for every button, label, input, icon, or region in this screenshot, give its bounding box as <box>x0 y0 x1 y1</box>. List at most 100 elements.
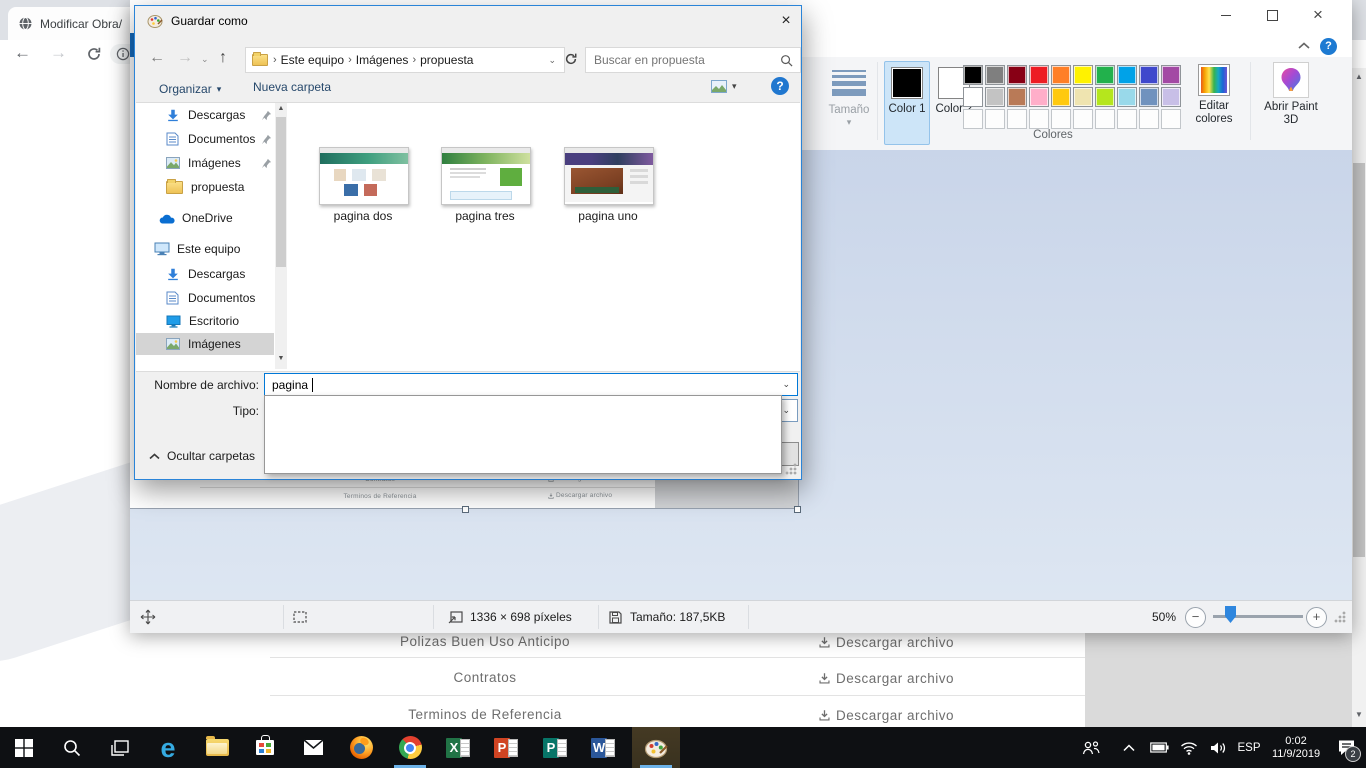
address-breadcrumb-bar[interactable]: › Este equipo › Imágenes › propuesta ⌄ <box>245 47 565 73</box>
taskbar-excel[interactable]: X <box>434 727 482 768</box>
palette-swatch[interactable] <box>1117 87 1137 107</box>
edit-colors-button[interactable]: Editar colores <box>1186 61 1242 143</box>
minimize-button[interactable] <box>1203 0 1249 30</box>
taskbar-search-button[interactable] <box>48 727 96 768</box>
palette-swatch-empty[interactable] <box>1161 109 1181 129</box>
palette-swatch[interactable] <box>1051 65 1071 85</box>
file-thumbnail-pagina-dos[interactable] <box>319 147 409 205</box>
palette-swatch-empty[interactable] <box>1051 109 1071 129</box>
sidebar-item-documentos[interactable]: Documentos <box>136 128 274 150</box>
scrollbar-thumb[interactable] <box>1353 163 1365 557</box>
file-thumbnail-pagina-tres[interactable] <box>441 147 531 205</box>
dialog-close-button[interactable]: × <box>773 8 799 34</box>
refresh-icon[interactable] <box>564 52 578 66</box>
taskbar-paint[interactable] <box>632 727 680 768</box>
browser-scrollbar[interactable]: ▲ ▼ <box>1352 68 1366 727</box>
canvas-resize-handle-bottom[interactable] <box>462 506 469 513</box>
taskbar-powerpoint[interactable]: P <box>482 727 530 768</box>
open-paint3d-button[interactable]: Abrir Paint 3D <box>1258 61 1324 143</box>
scroll-up-icon[interactable]: ▲ <box>275 105 287 112</box>
taskbar-firefox[interactable] <box>337 727 385 768</box>
palette-swatch-empty[interactable] <box>1007 109 1027 129</box>
palette-swatch[interactable] <box>1029 87 1049 107</box>
palette-swatch-empty[interactable] <box>1095 109 1115 129</box>
sidebar-item-pc-imagenes[interactable]: Imágenes <box>136 333 274 355</box>
palette-swatch[interactable] <box>1139 65 1159 85</box>
help-icon[interactable]: ? <box>1320 38 1337 55</box>
nav-back-icon[interactable]: ← <box>149 49 165 67</box>
dialog-title-bar[interactable]: Guardar como × <box>135 6 801 36</box>
sidebar-item-descargas[interactable]: Descargas <box>136 104 274 126</box>
new-folder-button[interactable]: Nueva carpeta <box>253 80 331 94</box>
browser-back-button[interactable]: ← <box>14 43 31 63</box>
collapse-ribbon-icon[interactable] <box>1298 42 1310 50</box>
info-icon[interactable] <box>116 47 130 61</box>
clock[interactable]: 0:02 11/9/2019 <box>1264 727 1328 768</box>
network-indicator[interactable] <box>1173 727 1205 768</box>
zoom-out-button[interactable]: − <box>1185 607 1206 628</box>
people-button[interactable] <box>1072 727 1110 768</box>
taskbar-file-explorer[interactable] <box>193 727 241 768</box>
search-icon[interactable] <box>780 54 793 67</box>
taskbar-publisher[interactable]: P <box>531 727 579 768</box>
filename-dropdown-icon[interactable]: ⌄ <box>782 379 790 390</box>
palette-swatch-empty[interactable] <box>1139 109 1159 129</box>
palette-swatch-empty[interactable] <box>1117 109 1137 129</box>
sidebar-item-propuesta[interactable]: propuesta <box>136 176 274 198</box>
taskbar-mail[interactable] <box>289 727 337 768</box>
file-thumbnail-pagina-uno[interactable] <box>564 147 654 205</box>
maximize-button[interactable] <box>1249 0 1295 30</box>
palette-swatch[interactable] <box>1051 87 1071 107</box>
taskbar-store[interactable] <box>241 727 289 768</box>
nav-history-chevron-icon[interactable]: ⌄ <box>201 54 209 65</box>
palette-swatch-empty[interactable] <box>985 109 1005 129</box>
scroll-down-icon[interactable]: ▼ <box>275 355 287 362</box>
breadcrumb-propuesta[interactable]: propuesta <box>416 53 477 67</box>
palette-swatch-empty[interactable] <box>1073 109 1093 129</box>
action-center-button[interactable]: 2 <box>1326 727 1366 768</box>
palette-swatch[interactable] <box>1007 65 1027 85</box>
nav-forward-icon[interactable]: → <box>177 49 193 67</box>
palette-swatch[interactable] <box>1029 65 1049 85</box>
palette-swatch[interactable] <box>1095 65 1115 85</box>
palette-swatch[interactable] <box>1139 87 1159 107</box>
palette-swatch-empty[interactable] <box>963 109 983 129</box>
doc-row-download-link[interactable]: Descargar archivo <box>818 668 954 688</box>
palette-swatch[interactable] <box>963 65 983 85</box>
taskbar-chrome[interactable] <box>386 727 434 768</box>
palette-swatch[interactable] <box>1073 87 1093 107</box>
filename-input[interactable]: pagina ⌄ <box>264 373 798 396</box>
window-resize-grip[interactable] <box>1334 611 1346 623</box>
color1-button[interactable]: Color 1 <box>884 61 930 145</box>
reload-icon[interactable] <box>86 46 102 62</box>
address-dropdown-icon[interactable]: ⌄ <box>548 55 556 66</box>
tray-overflow-button[interactable] <box>1113 727 1145 768</box>
sidebar-item-pc-documentos[interactable]: Documentos <box>136 287 274 309</box>
hide-folders-button[interactable]: Ocultar carpetas <box>149 449 255 463</box>
size-button[interactable]: Tamaño ▾ <box>826 63 872 141</box>
filename-autocomplete-dropdown[interactable] <box>264 395 782 474</box>
palette-swatch[interactable] <box>985 87 1005 107</box>
task-view-button[interactable] <box>96 727 144 768</box>
scroll-down-icon[interactable]: ▼ <box>1352 710 1366 719</box>
doc-row-download-link[interactable]: Descargar archivo <box>818 705 954 725</box>
search-box[interactable]: Buscar en propuesta <box>585 47 801 73</box>
breadcrumb-images[interactable]: Imágenes <box>352 53 413 67</box>
sidebar-item-imagenes[interactable]: Imágenes <box>136 152 274 174</box>
zoom-slider-thumb[interactable] <box>1225 606 1236 623</box>
palette-swatch[interactable] <box>1117 65 1137 85</box>
organize-button[interactable]: Organizar ▾ <box>159 80 221 98</box>
start-button[interactable] <box>0 727 48 768</box>
palette-swatch[interactable] <box>1161 65 1181 85</box>
sidebar-item-escritorio[interactable]: Escritorio <box>136 310 274 332</box>
scrollbar-thumb[interactable] <box>276 117 286 267</box>
taskbar-edge[interactable]: e <box>144 727 192 768</box>
sidebar-scrollbar[interactable]: ▲ ▼ <box>275 103 287 369</box>
palette-swatch[interactable] <box>985 65 1005 85</box>
sidebar-item-este-equipo[interactable]: Este equipo <box>136 238 274 260</box>
close-button[interactable]: × <box>1295 0 1341 30</box>
language-indicator[interactable]: ESP <box>1231 727 1267 768</box>
dialog-resize-grip[interactable] <box>785 463 797 475</box>
palette-swatch[interactable] <box>1007 87 1027 107</box>
canvas-resize-handle-corner[interactable] <box>794 506 801 513</box>
